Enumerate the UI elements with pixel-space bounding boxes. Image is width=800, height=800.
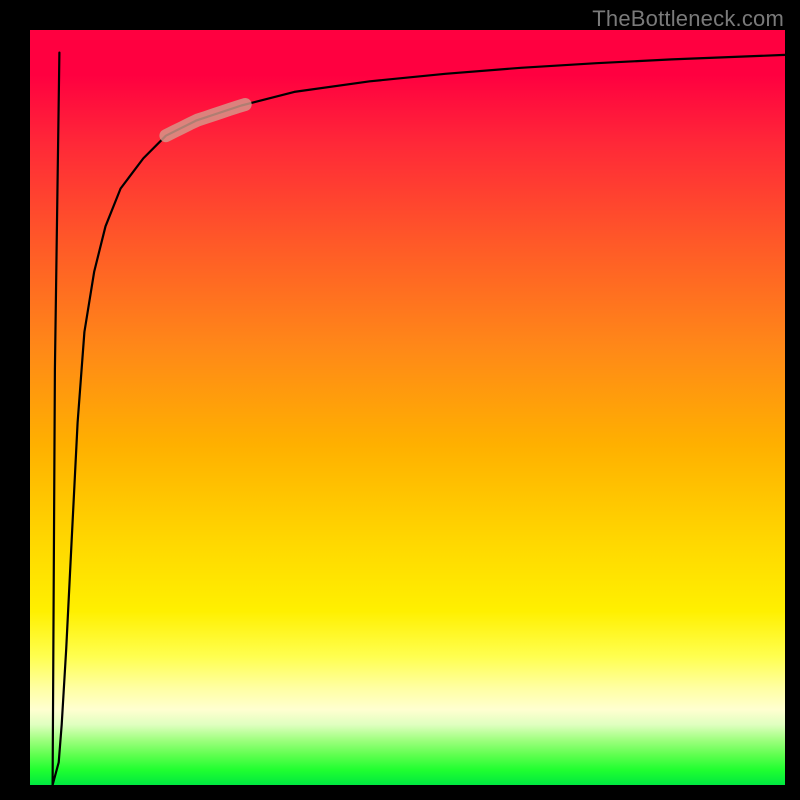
bottleneck-curve [53, 53, 785, 785]
watermark-text: TheBottleneck.com [592, 6, 784, 32]
curve-highlight [166, 105, 245, 136]
curve-layer [30, 30, 785, 785]
plot-area [30, 30, 785, 785]
chart-frame: TheBottleneck.com [0, 0, 800, 800]
